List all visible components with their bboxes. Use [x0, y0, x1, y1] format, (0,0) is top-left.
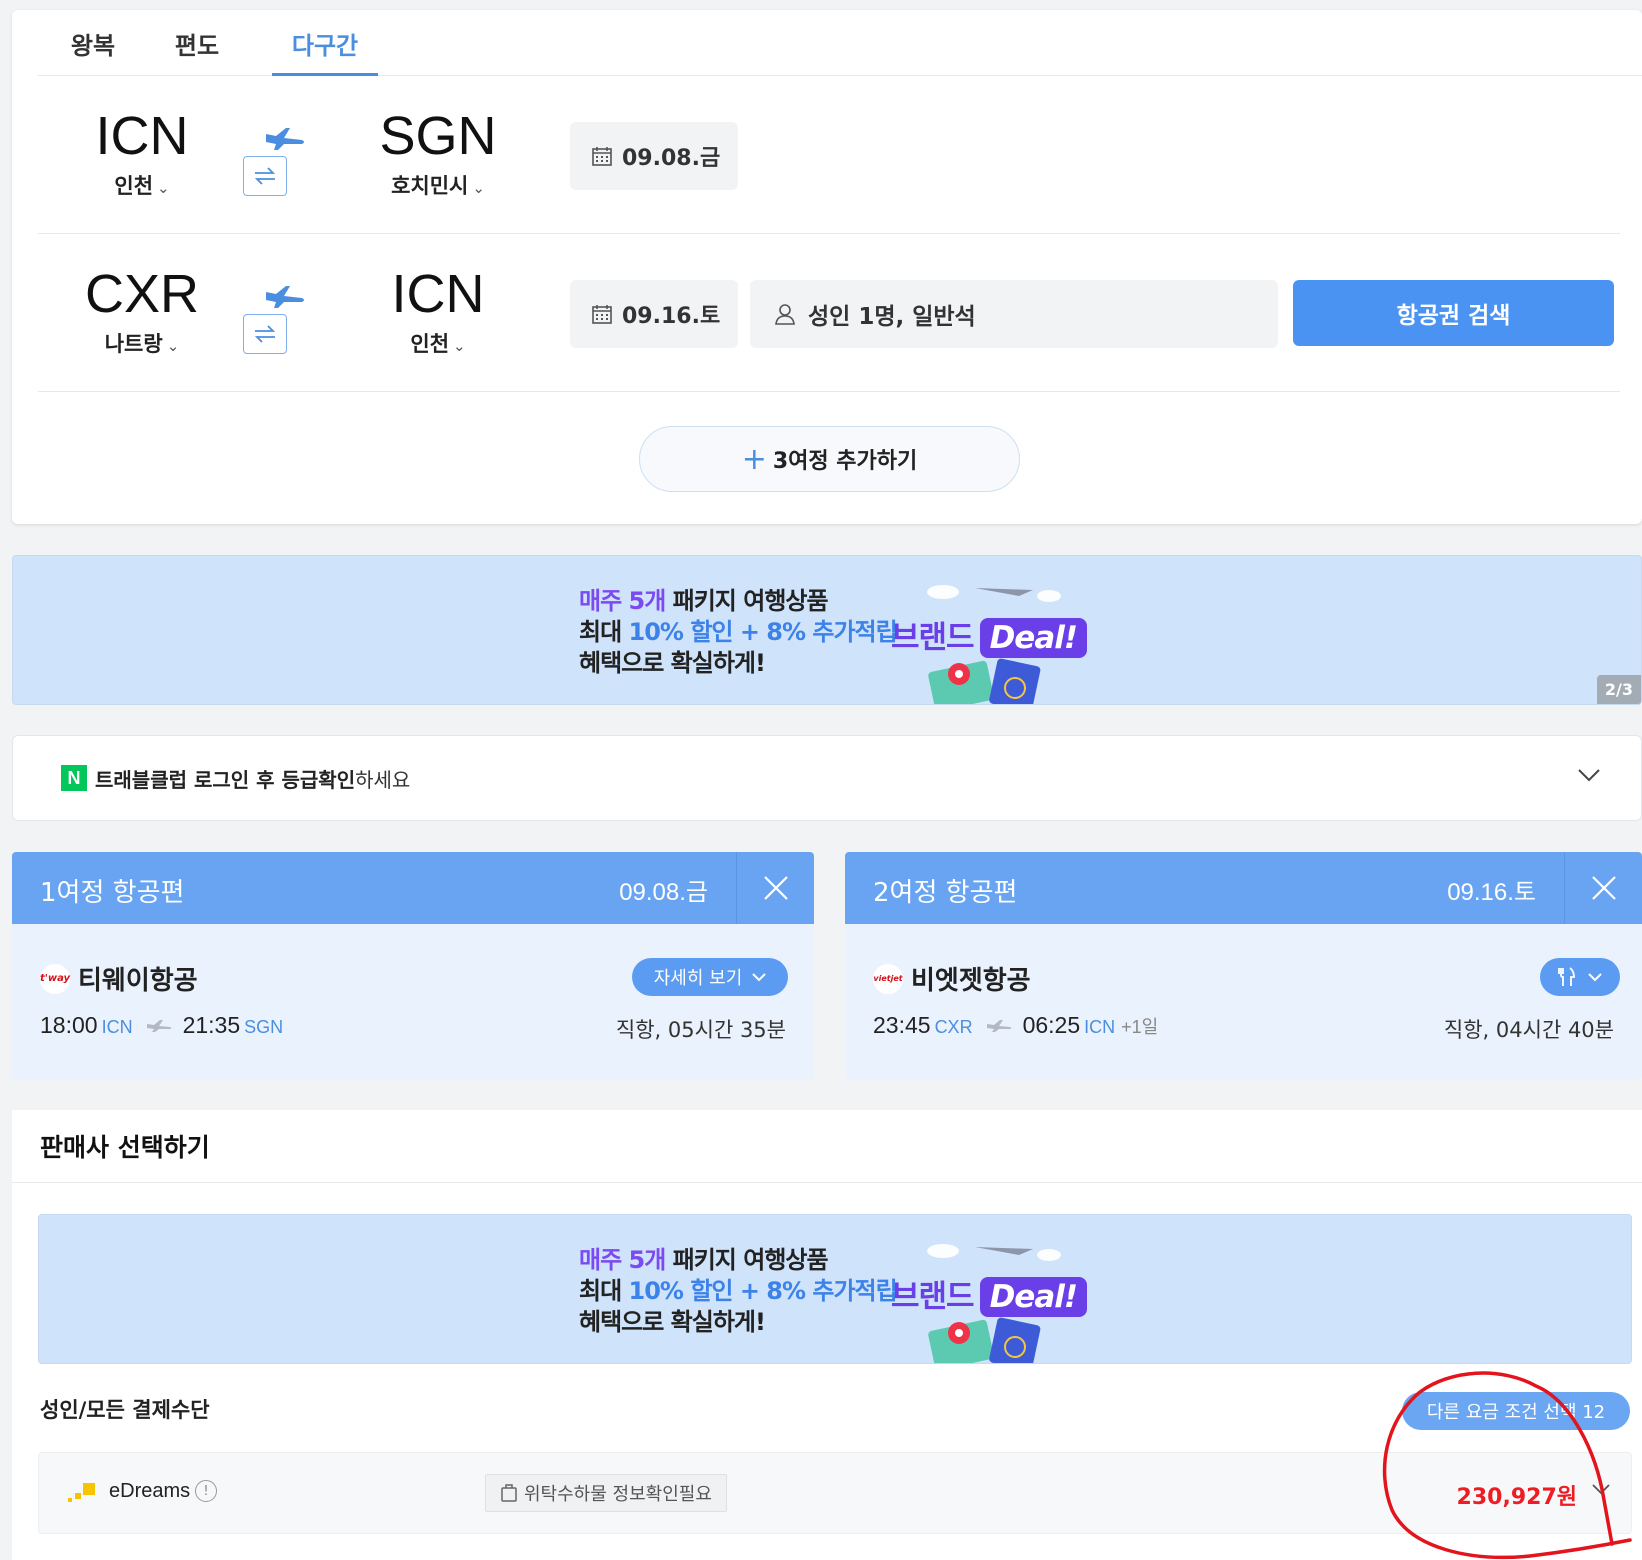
- airline-name: t'way 티웨이항공: [40, 960, 198, 997]
- leg-row-2: CXR 나트랑 ⌄ ICN 인천 ⌄ 09.16.토 성인 1명, 일반석 항공…: [38, 234, 1620, 392]
- departure-code: CXR: [84, 264, 199, 324]
- promo-banner[interactable]: 매주 5개 패키지 여행상품 최대 10% 할인 + 8% 추가적립 혜택으로 …: [12, 555, 1642, 705]
- close-icon: [763, 876, 788, 900]
- leg-title: 1여정 항공편: [40, 878, 185, 908]
- arrival-code: ICN: [391, 264, 485, 324]
- plane-icon: [266, 128, 304, 150]
- plane-icon: [986, 1020, 1012, 1032]
- arrival-airport-2[interactable]: ICN 인천 ⌄: [348, 266, 528, 358]
- chevron-down-icon: ⌄: [472, 179, 485, 197]
- edreams-logo-icon: [68, 1483, 95, 1502]
- chevron-down-icon: [1588, 972, 1602, 981]
- leg-date: 09.16.토: [1447, 879, 1536, 906]
- plane-icon: [266, 286, 304, 308]
- vietjet-logo-icon: vietjet: [873, 963, 903, 994]
- trip-type-tabs: 왕복 편도 다구간: [38, 10, 1642, 76]
- search-card: 왕복 편도 다구간 ICN 인천 ⌄ SGN 호치민시 ⌄ 09.08.금 CX…: [12, 10, 1642, 524]
- meal-info-button[interactable]: [1540, 958, 1620, 996]
- close-button[interactable]: [1564, 852, 1642, 924]
- arrival-code: SGN: [379, 106, 497, 166]
- departure-airport-2[interactable]: CXR 나트랑 ⌄: [52, 266, 232, 358]
- swap-button[interactable]: [243, 156, 287, 196]
- divider: [12, 1182, 1642, 1183]
- seller-title: 판매사 선택하기: [40, 1133, 210, 1162]
- login-prompt-rest: 하세요: [355, 767, 411, 792]
- leg-header: 1여정 항공편 09.08.금: [12, 852, 814, 924]
- vendor-row[interactable]: eDreams ! 위탁수하물 정보확인필요 230,927원: [38, 1452, 1632, 1534]
- chevron-down-icon: [752, 972, 766, 981]
- vendor-name: eDreams: [109, 1480, 191, 1502]
- swap-icon: [254, 167, 276, 185]
- departure-code: ICN: [95, 106, 189, 166]
- departure-city: 나트랑 ⌄: [104, 332, 180, 356]
- arrival-airport-1[interactable]: SGN 호치민시 ⌄: [348, 108, 528, 200]
- tab-multi-city[interactable]: 다구간: [272, 26, 378, 76]
- add-leg-button[interactable]: + 3여정 추가하기: [639, 426, 1020, 492]
- selected-leg-1: 1여정 항공편 09.08.금 t'way 티웨이항공 자세히 보기 18:00…: [12, 852, 814, 1080]
- other-fare-options-button[interactable]: 다른 요금 조건 선택 12: [1402, 1392, 1630, 1430]
- banner-text: 매주 5개 패키지 여행상품 최대 10% 할인 + 8% 추가적립 혜택으로 …: [579, 587, 898, 677]
- date-picker-1[interactable]: 09.08.금: [570, 122, 738, 190]
- date-picker-2[interactable]: 09.16.토: [570, 280, 738, 348]
- luggage-icon: [501, 1484, 517, 1502]
- calendar-icon: [592, 305, 612, 324]
- departure-airport-1[interactable]: ICN 인천 ⌄: [52, 108, 232, 200]
- login-prompt-bar[interactable]: N 트래블클럽 로그인 후 등급확인 하세요: [12, 735, 1642, 821]
- date-text: 09.08.금: [622, 146, 721, 171]
- passenger-selector[interactable]: 성인 1명, 일반석: [750, 280, 1278, 348]
- close-button[interactable]: [736, 852, 814, 924]
- chevron-down-icon: ⌄: [453, 337, 466, 355]
- arrival-city: 인천 ⌄: [410, 332, 466, 356]
- banner-pager: 2/3: [1596, 675, 1641, 704]
- passenger-text: 성인 1명, 일반석: [808, 304, 976, 330]
- promo-banner[interactable]: 매주 5개 패키지 여행상품 최대 10% 할인 + 8% 추가적립 혜택으로 …: [38, 1214, 1632, 1364]
- arrival-city: 호치민시 ⌄: [391, 174, 485, 198]
- travel-illustration-icon: [927, 1244, 1061, 1363]
- naver-logo-icon: N: [61, 765, 87, 791]
- plane-icon: [146, 1020, 172, 1032]
- payment-condition-label: 성인/모든 결제수단: [40, 1398, 210, 1422]
- tway-logo-icon: t'way: [40, 963, 70, 994]
- vendor-price: 230,927원: [1456, 1485, 1577, 1510]
- info-icon[interactable]: !: [195, 1480, 217, 1502]
- leg-date: 09.08.금: [619, 879, 708, 906]
- flight-duration: 직항, 05시간 35분: [615, 1018, 786, 1042]
- flight-times: 18:00 ICN 21:35 SGN: [40, 1012, 284, 1038]
- chevron-down-icon: ⌄: [157, 179, 170, 197]
- selected-leg-2: 2여정 항공편 09.16.토 vietjet 비엣젯항공 23:45 CXR 0…: [845, 852, 1642, 1080]
- chevron-down-icon: ⌄: [166, 337, 180, 355]
- swap-button[interactable]: [243, 314, 287, 354]
- date-text: 09.16.토: [622, 304, 721, 329]
- leg-title: 2여정 항공편: [873, 878, 1018, 908]
- flight-duration: 직항, 04시간 40분: [1443, 1018, 1614, 1042]
- leg-header: 2여정 항공편 09.16.토: [845, 852, 1642, 924]
- plus-icon: +: [741, 441, 767, 477]
- person-icon: [775, 304, 795, 325]
- seller-section: 판매사 선택하기 매주 5개 패키지 여행상품 최대 10% 할인 + 8% 추…: [12, 1110, 1642, 1560]
- departure-city: 인천 ⌄: [114, 174, 170, 198]
- search-flights-button[interactable]: 항공권 검색: [1293, 280, 1614, 346]
- close-icon: [1591, 876, 1616, 900]
- baggage-info-badge: 위탁수하물 정보확인필요: [485, 1474, 727, 1512]
- travel-illustration-icon: [927, 585, 1061, 704]
- add-leg-label: 3여정 추가하기: [772, 449, 918, 474]
- tab-one-way[interactable]: 편도: [162, 26, 232, 76]
- airline-name: vietjet 비엣젯항공: [873, 960, 1031, 997]
- calendar-icon: [592, 147, 612, 166]
- chevron-down-icon[interactable]: [1591, 1483, 1611, 1495]
- fork-knife-icon: [1558, 967, 1575, 986]
- login-prompt-bold: 트래블클럽 로그인 후 등급확인: [95, 767, 356, 792]
- flight-times: 23:45 CXR 06:25 ICN +1일: [873, 1012, 1159, 1038]
- swap-icon: [254, 325, 276, 343]
- chevron-down-icon[interactable]: [1577, 768, 1601, 782]
- banner-text: 매주 5개 패키지 여행상품 최대 10% 할인 + 8% 추가적립 혜택으로 …: [579, 1246, 898, 1336]
- tab-round-trip[interactable]: 왕복: [58, 26, 128, 76]
- leg-row-1: ICN 인천 ⌄ SGN 호치민시 ⌄ 09.08.금: [38, 76, 1620, 234]
- details-button[interactable]: 자세히 보기: [632, 958, 788, 996]
